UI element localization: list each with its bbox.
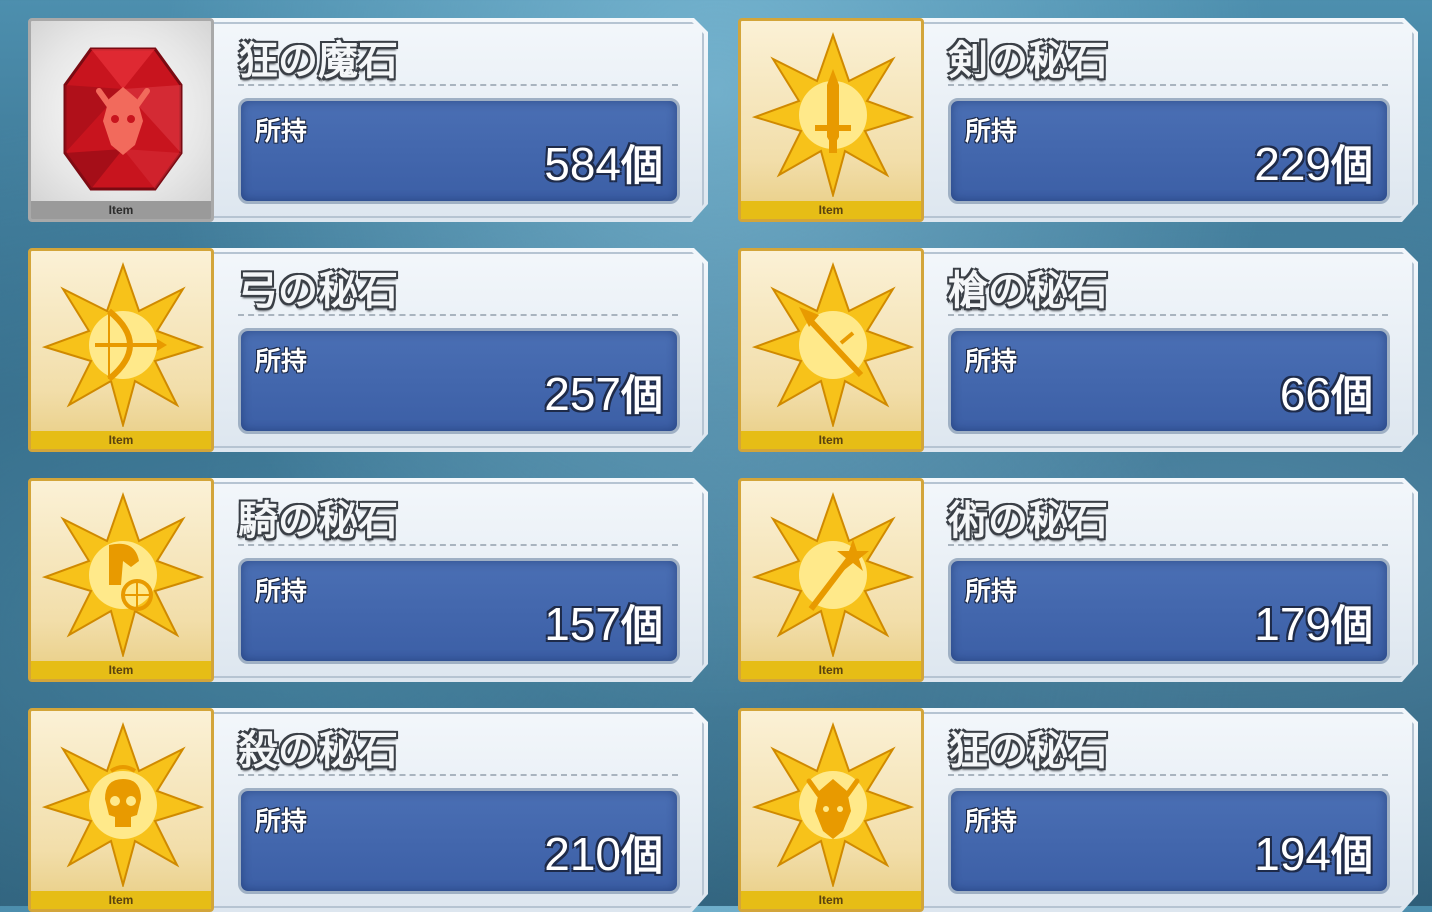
held-count-panel: 所持 194個 — [948, 788, 1390, 894]
held-count-panel: 所持 179個 — [948, 558, 1390, 664]
item-name: 槍の秘石 — [948, 268, 1108, 314]
held-count-panel: 所持 210個 — [238, 788, 680, 894]
item-icon-box[interactable]: Item — [28, 248, 214, 452]
held-count-unit: 個 — [620, 141, 663, 190]
item-icon-box[interactable]: Item — [738, 478, 924, 682]
item-card-berserker-secret-gem[interactable]: Item 狂の秘石 所持 194個 — [738, 708, 1422, 912]
item-tag: Item — [741, 201, 921, 219]
item-icon-box[interactable]: Item — [738, 248, 924, 452]
held-count-unit: 個 — [620, 371, 663, 420]
item-name: 殺の秘石 — [238, 728, 398, 774]
item-tag: Item — [31, 891, 211, 909]
held-label: 所持 — [255, 577, 308, 607]
held-count-number: 584 — [544, 138, 621, 190]
archer-bow-icon — [41, 261, 205, 427]
item-tag: Item — [31, 201, 211, 219]
item-card-berserker-gem[interactable]: Item 狂の魔石 所持 584個 — [28, 18, 712, 222]
item-name: 剣の秘石 — [948, 38, 1108, 84]
held-count: 584個 — [544, 132, 663, 193]
caster-staff-icon — [751, 491, 915, 657]
item-tag: Item — [31, 431, 211, 449]
item-grid: Item 狂の魔石 所持 584個 Item 剣の秘石 所持 229個 Item… — [0, 0, 1432, 912]
item-name: 弓の秘石 — [238, 268, 398, 314]
item-tag: Item — [741, 431, 921, 449]
divider — [948, 314, 1388, 316]
held-count-panel: 所持 584個 — [238, 98, 680, 204]
item-icon-box[interactable]: Item — [28, 708, 214, 912]
held-count: 179個 — [1254, 592, 1373, 653]
held-count: 229個 — [1254, 132, 1373, 193]
assassin-skull-icon — [41, 721, 205, 887]
held-count-unit: 個 — [1330, 601, 1373, 650]
item-icon-box[interactable]: Item — [738, 18, 924, 222]
held-count: 157個 — [544, 592, 663, 653]
held-label: 所持 — [255, 117, 308, 147]
divider — [948, 774, 1388, 776]
item-card-lancer-secret-gem[interactable]: Item 槍の秘石 所持 66個 — [738, 248, 1422, 452]
item-tag: Item — [31, 661, 211, 679]
held-label: 所持 — [965, 577, 1018, 607]
held-count-number: 194 — [1254, 828, 1331, 880]
held-count-panel: 所持 66個 — [948, 328, 1390, 434]
held-label: 所持 — [965, 117, 1018, 147]
held-count-unit: 個 — [1330, 371, 1373, 420]
held-count-number: 179 — [1254, 598, 1331, 650]
held-label: 所持 — [255, 347, 308, 377]
held-count-panel: 所持 229個 — [948, 98, 1390, 204]
item-icon-box[interactable]: Item — [738, 708, 924, 912]
held-count: 66個 — [1280, 362, 1373, 423]
held-label: 所持 — [965, 347, 1018, 377]
held-count-number: 229 — [1254, 138, 1331, 190]
held-count: 257個 — [544, 362, 663, 423]
item-card-archer-secret-gem[interactable]: Item 弓の秘石 所持 257個 — [28, 248, 712, 452]
item-icon-box[interactable]: Item — [28, 18, 214, 222]
rider-horse-icon — [41, 491, 205, 657]
held-count-number: 157 — [544, 598, 621, 650]
held-label: 所持 — [965, 807, 1018, 837]
held-count-unit: 個 — [620, 831, 663, 880]
item-name: 術の秘石 — [948, 498, 1108, 544]
held-count: 210個 — [544, 822, 663, 883]
held-label: 所持 — [255, 807, 308, 837]
divider — [948, 84, 1388, 86]
item-card-assassin-secret-gem[interactable]: Item 殺の秘石 所持 210個 — [28, 708, 712, 912]
saber-sword-icon — [751, 31, 915, 197]
berserker-emblem-icon — [751, 721, 915, 887]
held-count: 194個 — [1254, 822, 1373, 883]
item-card-saber-secret-gem[interactable]: Item 剣の秘石 所持 229個 — [738, 18, 1422, 222]
item-name: 狂の魔石 — [238, 38, 398, 84]
divider — [948, 544, 1388, 546]
item-icon-box[interactable]: Item — [28, 478, 214, 682]
held-count-unit: 個 — [1330, 831, 1373, 880]
held-count-panel: 所持 257個 — [238, 328, 680, 434]
item-name: 騎の秘石 — [238, 498, 398, 544]
divider — [238, 84, 678, 86]
held-count-number: 66 — [1279, 368, 1331, 420]
held-count-number: 210 — [544, 828, 621, 880]
berserker-emblem-icon — [63, 47, 183, 191]
item-tag: Item — [741, 891, 921, 909]
held-count-number: 257 — [544, 368, 621, 420]
divider — [238, 774, 678, 776]
item-name: 狂の秘石 — [948, 728, 1108, 774]
lancer-spear-icon — [751, 261, 915, 427]
divider — [238, 544, 678, 546]
held-count-panel: 所持 157個 — [238, 558, 680, 664]
item-tag: Item — [741, 661, 921, 679]
item-card-caster-secret-gem[interactable]: Item 術の秘石 所持 179個 — [738, 478, 1422, 682]
held-count-unit: 個 — [1330, 141, 1373, 190]
item-card-rider-secret-gem[interactable]: Item 騎の秘石 所持 157個 — [28, 478, 712, 682]
held-count-unit: 個 — [620, 601, 663, 650]
divider — [238, 314, 678, 316]
